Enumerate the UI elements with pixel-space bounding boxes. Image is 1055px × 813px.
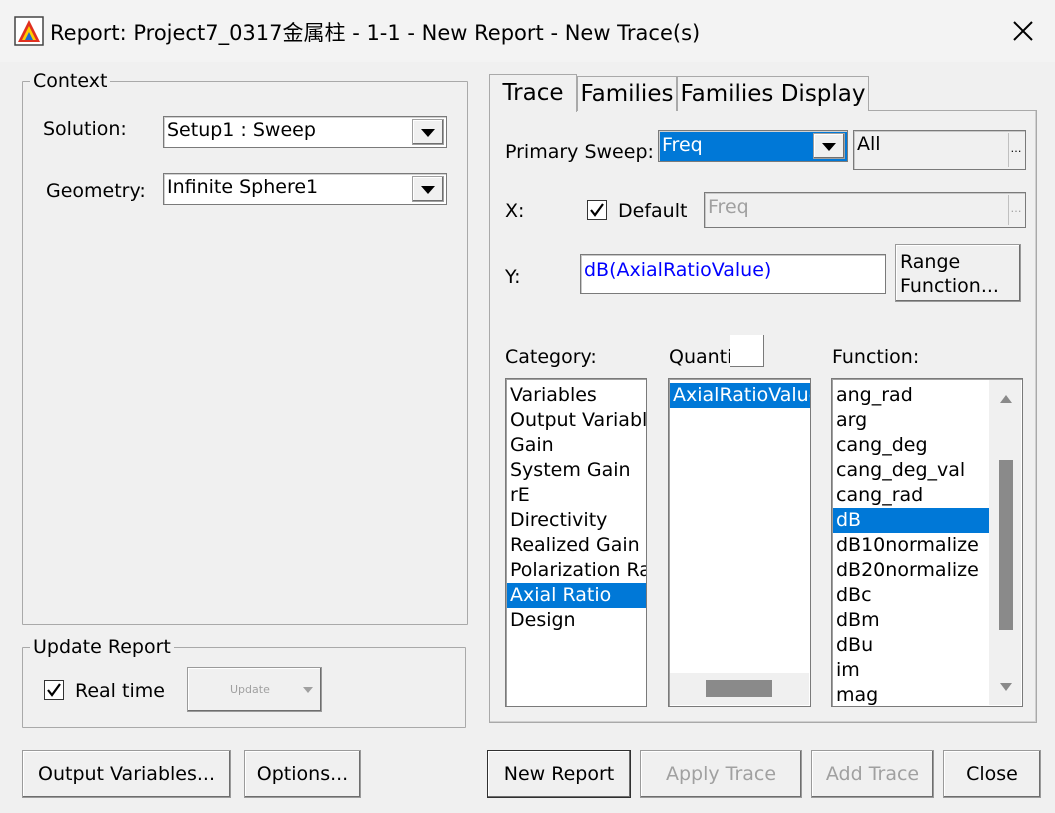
range-function-line1: Range (900, 251, 961, 273)
context-group (22, 81, 468, 625)
list-item[interactable]: mag (833, 683, 989, 706)
list-item[interactable]: arg (833, 408, 989, 433)
context-legend: Context (30, 70, 111, 92)
list-item-selected[interactable]: dB (833, 508, 989, 533)
range-function-line2: Function... (900, 275, 999, 297)
tab-families[interactable]: Families (577, 76, 677, 111)
quantity-label: Quanti (669, 346, 733, 368)
category-label: Category: (505, 346, 597, 368)
scrollbar-thumb[interactable] (999, 460, 1013, 630)
list-item[interactable]: dBu (833, 633, 989, 658)
chevron-down-icon[interactable] (412, 119, 444, 145)
realtime-checkbox[interactable] (44, 680, 64, 700)
add-trace-button[interactable]: Add Trace (811, 750, 934, 798)
sweep-range-field[interactable]: All … (853, 130, 1026, 170)
geometry-dropdown[interactable]: Infinite Sphere1 (163, 173, 447, 205)
list-item[interactable]: Realized Gain (507, 533, 646, 558)
realtime-label: Real time (75, 680, 165, 702)
list-item[interactable]: dBm (833, 608, 989, 633)
function-label: Function: (832, 346, 920, 368)
sweep-range-value: All (857, 133, 881, 155)
options-button[interactable]: Options... (244, 750, 361, 798)
geometry-label: Geometry: (46, 180, 146, 202)
default-checkbox[interactable] (587, 200, 607, 220)
range-function-button[interactable]: Range Function... (895, 244, 1021, 302)
scrollbar-thumb[interactable] (706, 680, 772, 697)
geometry-value: Infinite Sphere1 (167, 176, 319, 198)
list-item[interactable]: Directivity (507, 508, 646, 533)
x-value: Freq (708, 196, 749, 218)
tab-families-display[interactable]: Families Display (677, 76, 869, 111)
close-button[interactable]: Close (943, 750, 1041, 798)
vertical-scrollbar[interactable] (989, 380, 1021, 705)
list-item-selected[interactable]: Axial Ratio (507, 583, 646, 608)
check-icon (47, 683, 61, 697)
update-report-legend: Update Report (30, 636, 174, 658)
y-field[interactable]: dB(AxialRatioValue) (580, 254, 886, 294)
ellipsis-icon[interactable]: … (1008, 195, 1023, 225)
app-icon (14, 16, 44, 46)
list-item[interactable]: dBc (833, 583, 989, 608)
list-item[interactable]: rE (507, 483, 646, 508)
y-label: Y: (505, 266, 521, 288)
ellipsis-icon[interactable]: … (1008, 133, 1023, 167)
function-list[interactable]: ang_rad arg cang_deg cang_deg_val cang_r… (831, 378, 1023, 707)
tab-trace[interactable]: Trace (489, 74, 577, 112)
chevron-down-icon[interactable] (412, 176, 444, 202)
list-item[interactable]: Variables (507, 383, 646, 408)
list-item[interactable]: Gain (507, 433, 646, 458)
list-item[interactable]: cang_deg_val (833, 458, 989, 483)
scroll-down-icon[interactable] (1000, 683, 1012, 691)
list-item[interactable]: Design (507, 608, 646, 633)
default-label: Default (618, 200, 688, 222)
list-item[interactable]: dB10normalize (833, 533, 989, 558)
x-label: X: (505, 200, 525, 222)
update-label: Update (230, 683, 270, 696)
quantity-list[interactable]: AxialRatioValue (668, 378, 811, 707)
list-item[interactable]: Output Variabl (507, 408, 646, 433)
list-item[interactable]: cang_deg (833, 433, 989, 458)
new-report-button[interactable]: New Report (487, 750, 631, 798)
scroll-up-icon[interactable] (1000, 395, 1012, 403)
list-item[interactable]: cang_rad (833, 483, 989, 508)
chevron-down-icon[interactable] (813, 133, 845, 159)
chevron-down-icon (303, 687, 313, 693)
solution-dropdown[interactable]: Setup1 : Sweep (163, 116, 447, 148)
apply-trace-button[interactable]: Apply Trace (640, 750, 802, 798)
list-item[interactable]: System Gain (507, 458, 646, 483)
solution-label: Solution: (43, 118, 127, 140)
update-button[interactable]: Update (187, 667, 322, 712)
list-item[interactable]: dB20normalize (833, 558, 989, 583)
primary-sweep-value: Freq (662, 134, 703, 156)
list-item-selected[interactable]: AxialRatioValue (670, 383, 810, 408)
y-value: dB(AxialRatioValue) (584, 259, 772, 281)
list-item[interactable]: Polarization Ra (507, 558, 646, 583)
list-item[interactable]: im (833, 658, 989, 683)
quantity-filter-box[interactable] (730, 335, 764, 367)
primary-sweep-dropdown[interactable]: Freq (658, 130, 848, 162)
window-title: Report: Project7_0317金属柱 - 1-1 - New Rep… (50, 21, 701, 45)
solution-value: Setup1 : Sweep (167, 119, 316, 141)
horizontal-scrollbar[interactable] (670, 673, 809, 705)
primary-sweep-label: Primary Sweep: (505, 141, 654, 163)
x-field[interactable]: Freq … (704, 192, 1026, 228)
close-window-icon[interactable] (1006, 14, 1040, 48)
list-item[interactable]: ang_rad (833, 383, 989, 408)
check-icon (590, 203, 604, 217)
category-list[interactable]: Variables Output Variabl Gain System Gai… (505, 378, 647, 707)
output-variables-button[interactable]: Output Variables... (22, 750, 231, 798)
